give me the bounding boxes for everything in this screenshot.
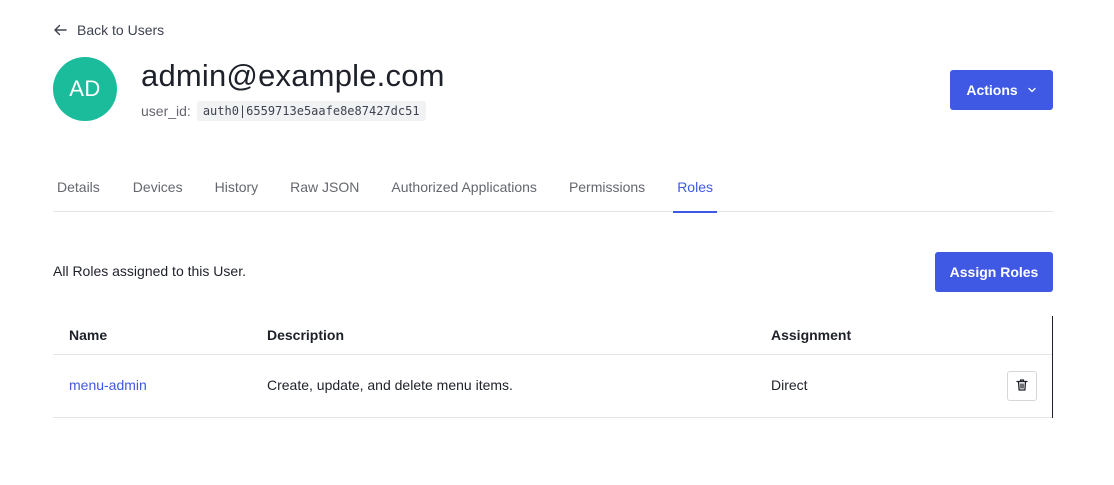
avatar: AD: [53, 57, 117, 121]
page-title: admin@example.com: [141, 58, 445, 93]
tab-details[interactable]: Details: [57, 168, 100, 212]
user-id-value: auth0|6559713e5aafe8e87427dc51: [196, 101, 426, 121]
assign-roles-button[interactable]: Assign Roles: [935, 252, 1053, 292]
role-name-link[interactable]: menu-admin: [69, 377, 147, 393]
actions-button[interactable]: Actions: [950, 70, 1053, 110]
table-row: menu-admin Create, update, and delete me…: [53, 355, 1052, 418]
role-assignment: Direct: [771, 377, 808, 393]
tab-roles[interactable]: Roles: [673, 168, 717, 213]
remove-role-button[interactable]: [1007, 371, 1037, 401]
role-description: Create, update, and delete menu items.: [267, 377, 513, 393]
back-to-users-link[interactable]: Back to Users: [53, 20, 164, 40]
column-header-description: Description: [267, 327, 345, 343]
actions-button-label: Actions: [966, 82, 1018, 98]
user-tabs: Details Devices History Raw JSON Authori…: [53, 168, 1053, 213]
tab-history[interactable]: History: [215, 168, 259, 212]
user-id-row: user_id: auth0|6559713e5aafe8e87427dc51: [141, 101, 426, 121]
tab-authorized-applications[interactable]: Authorized Applications: [391, 168, 537, 212]
table-header: Name Description Assignment: [53, 316, 1052, 355]
column-header-assignment: Assignment: [771, 327, 852, 343]
column-header-name[interactable]: Name: [69, 327, 107, 343]
user-id-label: user_id:: [141, 103, 191, 119]
back-link-label: Back to Users: [77, 22, 165, 38]
arrow-left-icon: [53, 23, 67, 37]
tab-raw-json[interactable]: Raw JSON: [290, 168, 359, 212]
roles-table: Name Description Assignment menu-admin C…: [53, 316, 1053, 418]
trash-icon: [1015, 378, 1029, 395]
user-roles-page: Back to Users AD admin@example.com user_…: [0, 0, 1114, 485]
roles-description: All Roles assigned to this User.: [53, 263, 246, 279]
tab-permissions[interactable]: Permissions: [569, 168, 645, 212]
chevron-down-icon: [1027, 82, 1037, 98]
tab-devices[interactable]: Devices: [133, 168, 183, 212]
